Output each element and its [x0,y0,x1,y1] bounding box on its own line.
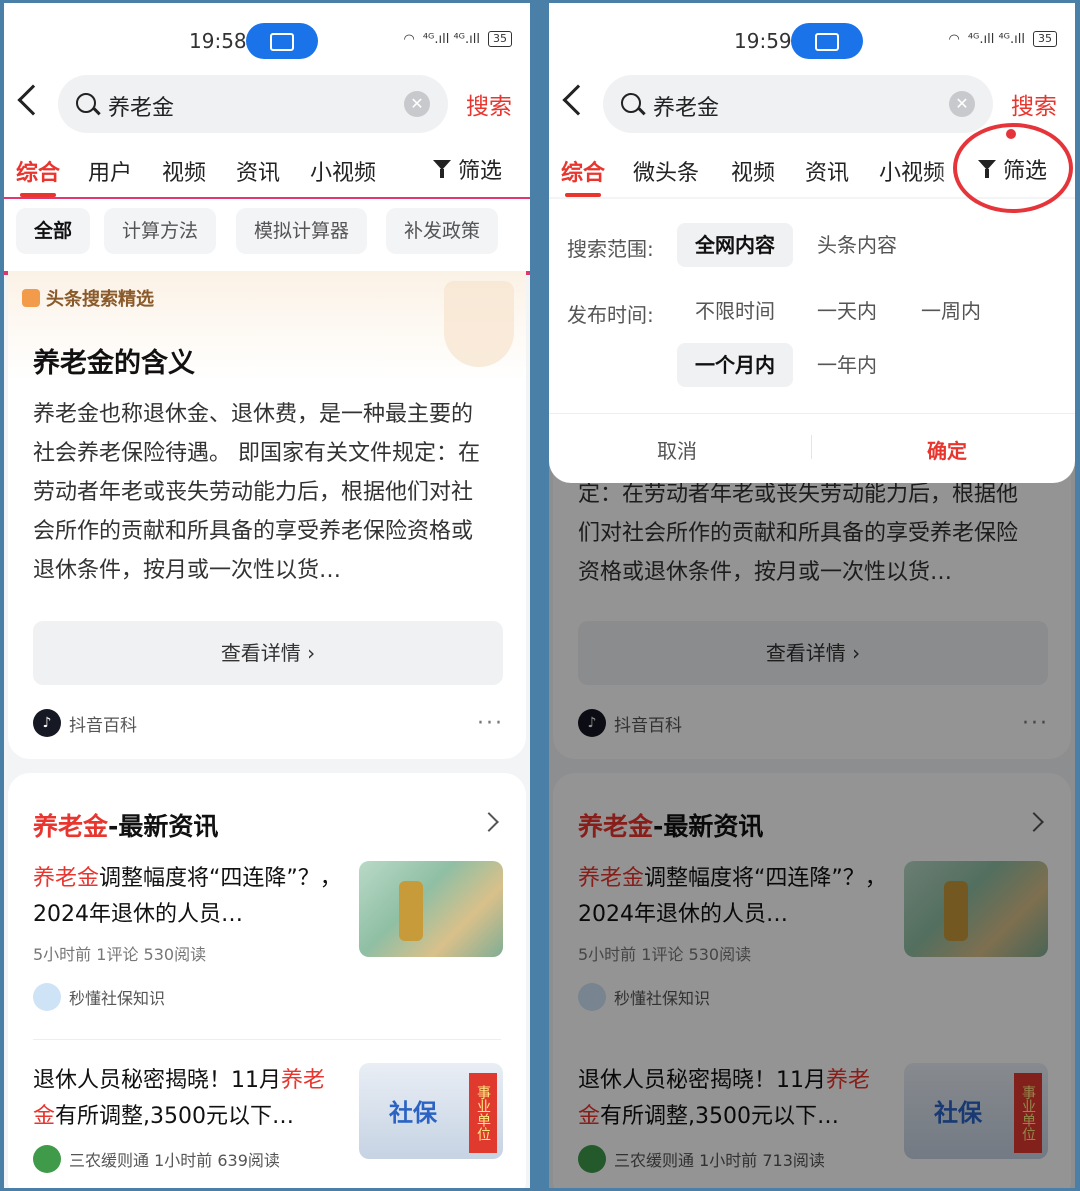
time-label: 发布时间: [567,303,654,327]
card-text: 养老金也称退休金、退休费，是一种最主要的社会养老保险待遇。 即国家有关文件规定：… [33,402,480,583]
chip-calc-method[interactable]: 计算方法 [104,208,217,254]
funnel-icon [428,158,452,180]
card-title: 养老金的含义 [33,348,195,379]
button-separator [811,435,812,459]
right-phone-screen: 19:59 ◠ ⁴ᴳ.ıll ⁴ᴳ.ıll 35 养老金 ✕ 搜索 综合 微头条… [549,3,1075,1188]
wifi-icon: ◠ [403,31,415,47]
chevron-right-icon[interactable] [479,812,499,832]
douyin-icon: ♪ [33,709,61,737]
news-card: 养老金-最新资讯 养老金调整幅度将“四连降”？，2024年退休的人员… 5小时前… [8,773,526,1188]
featured-card: 头条搜索精选 养老金的含义 养老金也称退休金、退休费，是一种最主要的社会养老保险… [8,271,526,759]
tab-bar: 综合 用户 视频 资讯 小视频 筛选 [4,137,530,197]
screen-cast-pill[interactable] [791,23,863,59]
battery-icon: 35 [1033,31,1057,47]
signal-icon: ⁴ᴳ.ıll ⁴ᴳ.ıll [422,31,480,47]
annotation-dot [1006,129,1016,139]
news-section-title[interactable]: 养老金-最新资讯 [33,807,218,843]
tab-short-video[interactable]: 小视频 [310,155,376,187]
back-icon[interactable] [562,84,594,116]
status-time: 19:59 [734,29,792,53]
source-label: 抖音百科 [69,715,137,736]
system-icons: ◠ ⁴ᴳ.ıll ⁴ᴳ.ıll 35 [948,31,1057,47]
tab-video[interactable]: 视频 [731,155,775,187]
clear-icon[interactable]: ✕ [404,91,430,117]
shield-icon [444,281,514,367]
divider [33,1039,501,1040]
chip-back-pay[interactable]: 补发政策 [386,208,499,254]
search-button[interactable]: 搜索 [1011,87,1057,121]
tab-users[interactable]: 用户 [88,155,132,187]
card-source: ♪ 抖音百科 [33,709,137,737]
scope-option-all-web[interactable]: 全网内容 [677,223,793,267]
search-icon [621,93,641,113]
status-bar: 19:59 ◠ ⁴ᴳ.ıll ⁴ᴳ.ıll 35 [549,3,1075,81]
time-option-day[interactable]: 一天内 [799,289,895,333]
clear-icon[interactable]: ✕ [949,91,975,117]
search-input[interactable]: 养老金 ✕ [58,75,448,133]
news-title: 退休人员秘密揭晓！11月养老金有所调整,3500元以下… [33,1068,326,1129]
divider [549,413,1075,414]
more-icon[interactable]: ··· [477,711,504,736]
news-item[interactable]: 退休人员秘密揭晓！11月养老金有所调整,3500元以下… 三农缓则通 1小时前 … [33,1063,503,1173]
avatar [33,1145,61,1173]
tab-video[interactable]: 视频 [162,155,206,187]
chip-all[interactable]: 全部 [16,208,91,254]
screen-cast-pill[interactable] [246,23,318,59]
search-button[interactable]: 搜索 [466,87,512,121]
tab-news[interactable]: 资讯 [236,155,280,187]
filter-label: 筛选 [458,159,503,184]
view-details-button[interactable]: 查看详情 › [33,621,503,685]
search-icon [76,93,96,113]
battery-icon: 35 [488,31,512,47]
time-option-week[interactable]: 一周内 [903,289,999,333]
status-bar: 19:58 ◠ ⁴ᴳ.ıll ⁴ᴳ.ıll 35 [4,3,530,81]
search-query: 养老金 [653,96,720,121]
scope-option-toutiao[interactable]: 头条内容 [799,223,915,267]
chip-simulator[interactable]: 模拟计算器 [236,208,368,254]
chip-row: 全部 计算方法 模拟计算器 补发政策 [4,199,530,271]
confirm-button[interactable]: 确定 [927,435,967,464]
tab-comprehensive[interactable]: 综合 [561,155,605,197]
left-phone-screen: 19:58 ◠ ⁴ᴳ.ıll ⁴ᴳ.ıll 35 养老金 ✕ 搜索 综合 用户 … [4,3,530,1188]
scope-label: 搜索范围: [567,237,654,261]
time-option-any[interactable]: 不限时间 [677,289,793,333]
status-time: 19:58 [189,29,247,53]
signal-icon: ⁴ᴳ.ıll ⁴ᴳ.ıll [967,31,1025,47]
tab-news[interactable]: 资讯 [805,155,849,187]
filter-panel: 搜索范围: 全网内容 头条内容 发布时间: 不限时间 一天内 一周内 一个月内 … [549,199,1075,483]
news-title: 养老金调整幅度将“四连降”？，2024年退休的人员… [33,866,342,927]
cancel-button[interactable]: 取消 [657,435,697,464]
search-input[interactable]: 养老金 ✕ [603,75,993,133]
tab-micro-posts[interactable]: 微头条 [633,155,699,187]
back-icon[interactable] [17,84,49,116]
search-bar: 养老金 ✕ 搜索 [4,71,530,137]
time-option-month[interactable]: 一个月内 [677,343,793,387]
badge-label: 头条搜索精选 [46,289,154,310]
news-thumbnail [359,861,503,957]
filter-button[interactable]: 筛选 [428,153,502,185]
badge-icon [22,289,40,307]
tab-comprehensive[interactable]: 综合 [16,155,60,197]
news-thumbnail: 社保 事业单位 [359,1063,503,1159]
avatar [33,983,61,1011]
news-item[interactable]: 养老金调整幅度将“四连降”？，2024年退休的人员… 5小时前 1评论 530阅… [33,861,503,1011]
news-source: 秒懂社保知识 [33,983,503,1011]
time-option-year[interactable]: 一年内 [799,343,895,387]
system-icons: ◠ ⁴ᴳ.ıll ⁴ᴳ.ıll 35 [403,31,512,47]
search-query: 养老金 [108,96,175,121]
wifi-icon: ◠ [948,31,960,47]
featured-badge: 头条搜索精选 [22,285,154,311]
